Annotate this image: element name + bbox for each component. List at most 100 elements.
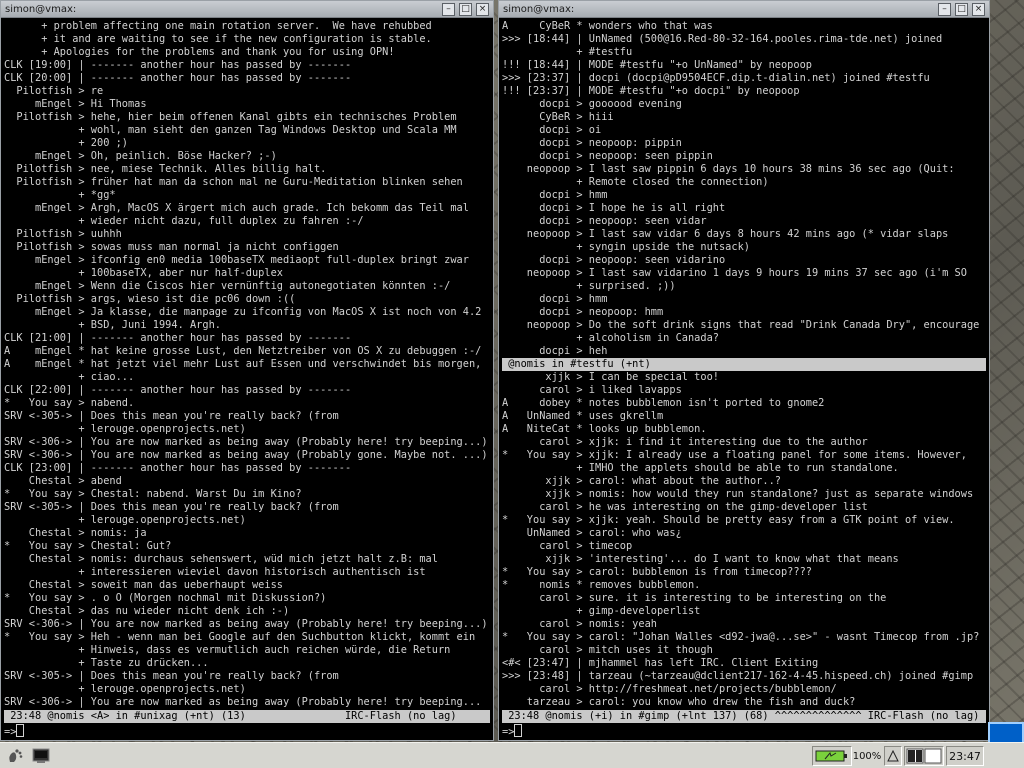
irc-log-line: <#< [23:47] | mjhammel has left IRC. Cli… [502,657,819,669]
irc-log-line: docpi > neopoop: seen pippin [502,150,713,162]
irc-log-line: mEngel > Oh, peinlich. Böse Hacker? ;-) [4,150,277,162]
irc-log-line: Pilotfish > sowas muss man normal ja nic… [4,241,339,253]
irc-log-line: neopoop > I last saw vidarino 1 days 9 h… [502,267,967,279]
irc-log-line: * You say > xjjk: I already use a floati… [502,449,967,461]
irc-log-line: CLK [21:00] | ------- another hour has p… [4,332,352,344]
irc-message-log[interactable]: A CyBeR * wonders who that was >>> [18:44… [502,20,986,710]
irc-log-line: + ciao... [4,371,135,383]
irc-status-bar: 23:48 @nomis <A> in #unixag (+nt) (13) I… [4,710,490,723]
irc-log-line: docpi > oi [502,124,602,136]
irc-log-line: SRV <-306-> | You are now marked as bein… [4,618,488,630]
irc-log-line: CyBeR > hiii [502,111,614,123]
irc-log-line: neopoop > Do the soft drink signs that r… [502,319,980,331]
foot-menu-icon[interactable] [4,746,26,766]
irc-log-line: + it and are waiting to see if the new c… [4,33,432,45]
irc-log-line: + wohl, man sieht den ganzen Tag Windows… [4,124,457,136]
irc-log-line: mEngel > Wenn die Ciscos hier vernünftig… [4,280,451,292]
irc-log-line: + Remote closed the connection) [502,176,769,188]
zoom-level: 100% [852,750,882,762]
close-icon[interactable]: × [476,2,489,16]
irc-log-line: carol > sure. it is interesting to be in… [502,592,887,604]
irc-log-line: Pilotfish > nee, miese Technik. Alles bi… [4,163,327,175]
irc-log-line: * You say > Chestal: Gut? [4,540,172,552]
irc-log-line: carol > nomis: yeah [502,618,657,630]
irc-log-line: Chestal > nomis: ja [4,527,147,539]
irc-log-line: Pilotfish > args, wieso ist die pc06 dow… [4,293,296,305]
terminal-window-left[interactable]: simon@vmax: – □ × + problem affecting on… [0,0,494,741]
minimize-icon[interactable]: – [442,2,455,16]
irc-log-line: + Taste zu drücken... [4,657,209,669]
irc-log-line: docpi > I hope he is all right [502,202,726,214]
irc-log-line: docpi > heh [502,345,608,357]
irc-input-prompt[interactable]: => [4,724,25,738]
irc-log-line: @nomis in #testfu (+nt) [502,358,986,371]
irc-log-line: + *gg* [4,189,116,201]
maximize-icon[interactable]: □ [459,2,472,16]
irc-log-line: CLK [23:00] | ------- another hour has p… [4,462,352,474]
irc-log-line: + #testfu [502,46,633,58]
irc-log-line: mEngel > Argh, MacOS X ärgert mich auch … [4,202,469,214]
irc-log-line: docpi > goooood evening [502,98,682,110]
irc-log-line: * You say > Chestal: nabend. Warst Du im… [4,488,302,500]
irc-log-line: Pilotfish > re [4,85,104,97]
irc-log-line: * nomis * removes bubblemon. [502,579,701,591]
irc-log-line: + surprised. ;)) [502,280,676,292]
irc-log-line: + 100baseTX, aber nur half-duplex [4,267,283,279]
maximize-icon[interactable]: □ [955,2,968,16]
irc-log-line: xjjk > I can be special too! [502,371,719,383]
panel-clock[interactable]: 23:47 [946,746,984,766]
battery-icon[interactable] [812,746,852,766]
irc-log-line: + 200 ;) [4,137,128,149]
irc-log-line: Pilotfish > uuhhh [4,228,122,240]
irc-log-line: UnNamed > carol: who was¿ [502,527,682,539]
irc-log-line: SRV <-306-> | You are now marked as bein… [4,696,482,708]
prompt-symbol: => [502,726,515,738]
terminal-launcher-icon[interactable] [30,746,52,766]
irc-log-line: >>> [23:37] | docpi (docpi@pD9504ECF.dip… [502,72,930,84]
window-titlebar[interactable]: simon@vmax: – □ × [499,1,989,18]
irc-log-line: * You say > xjjk: yeah. Should be pretty… [502,514,955,526]
irc-log-line: xjjk > 'interesting'... do I want to kno… [502,553,899,565]
irc-log-line: CLK [19:00] | ------- another hour has p… [4,59,352,71]
triangle-icon[interactable] [884,746,902,766]
irc-log-line: SRV <-305-> | Does this mean you're real… [4,501,339,513]
irc-log-line: !!! [23:37] | MODE #testfu "+o docpi" by… [502,85,800,97]
irc-log-line: SRV <-305-> | Does this mean you're real… [4,670,339,682]
window-title: simon@vmax: [503,3,575,15]
irc-log-line: A mEngel * hat keine grosse Lust, den Ne… [4,345,482,357]
window-titlebar[interactable]: simon@vmax: – □ × [1,1,493,18]
irc-log-line: >>> [23:48] | tarzeau (~tarzeau@dclient2… [502,670,974,682]
irc-message-log[interactable]: + problem affecting one main rotation se… [4,20,490,710]
irc-log-line: docpi > neopoop: hmm [502,306,664,318]
irc-log-line: SRV <-306-> | You are now marked as bein… [4,436,488,448]
irc-log-line: + wieder nicht dazu, full duplex zu fahr… [4,215,364,227]
close-icon[interactable]: × [972,2,985,16]
irc-log-line: * You say > Heh - wenn man bei Google au… [4,631,476,643]
irc-log-line: A UnNamed * uses gkrellm [502,410,664,422]
terminal-window-right[interactable]: simon@vmax: – □ × A CyBeR * wonders who … [498,0,990,741]
irc-log-line: CLK [22:00] | ------- another hour has p… [4,384,352,396]
irc-log-line: + interessieren wieviel davon historisch… [4,566,426,578]
irc-log-line: A NiteCat * looks up bubblemon. [502,423,707,435]
prompt-symbol: => [4,726,17,738]
window-title: simon@vmax: [5,3,77,15]
irc-log-line: Chestal > nomis: durchaus sehenswert, wü… [4,553,438,565]
irc-log-line: + lerouge.openprojects.net) [4,683,246,695]
irc-log-line: docpi > hmm [502,189,608,201]
irc-log-line: + BSD, Juni 1994. Argh. [4,319,221,331]
irc-log-line: + problem affecting one main rotation se… [4,20,432,32]
irc-log-line: + syngin upside the nutsack) [502,241,750,253]
irc-log-line: * You say > nabend. [4,397,135,409]
irc-log-line: A mEngel * hat jetzt viel mehr Lust auf … [4,358,482,370]
irc-log-line: + Apologies for the problems and thank y… [4,46,395,58]
workspace-pager-icon[interactable] [904,746,944,766]
irc-input-prompt[interactable]: => [502,724,523,738]
irc-log-line: Pilotfish > hehe, hier beim offenen Kana… [4,111,457,123]
irc-log-line: * You say > carol: "Johan Walles <d92-jw… [502,631,980,643]
irc-log-line: xjjk > carol: what about the author..? [502,475,781,487]
irc-log-line: docpi > neopoop: seen vidar [502,215,707,227]
minimize-icon[interactable]: – [938,2,951,16]
irc-log-line: A CyBeR * wonders who that was [502,20,713,32]
irc-log-line: Chestal > das nu wieder nicht denk ich :… [4,605,290,617]
irc-log-line: neopoop > I last saw pippin 6 days 10 ho… [502,163,955,175]
